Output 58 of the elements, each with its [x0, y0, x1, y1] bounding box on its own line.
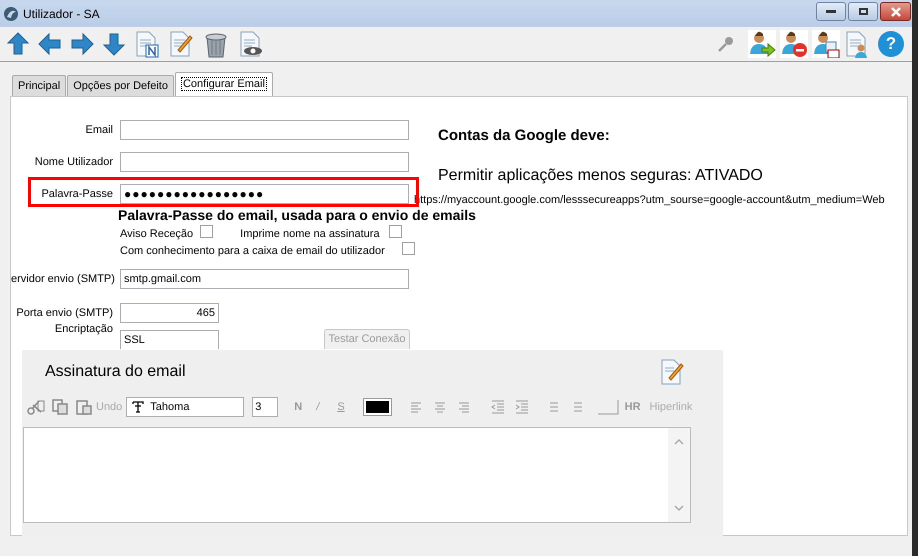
checkbox[interactable] [402, 242, 415, 255]
note-heading: Contas da Google deve: [438, 126, 611, 146]
align-center-icon[interactable] [434, 401, 446, 413]
input-field[interactable] [120, 152, 409, 172]
arrow-right-icon[interactable] [70, 31, 94, 57]
tab[interactable]: Opções por Defeito [67, 75, 174, 96]
font-icon [132, 401, 144, 413]
outdent-icon[interactable] [490, 400, 505, 414]
signature-title: Assinatura do email [45, 362, 186, 382]
checkbox[interactable] [388, 224, 402, 238]
minimize-button[interactable] [816, 2, 846, 21]
close-button[interactable] [880, 2, 911, 21]
signature-editor[interactable] [23, 427, 691, 523]
horizontal-line-icon[interactable] [596, 399, 619, 415]
scrollbar[interactable] [668, 428, 690, 522]
color-picker[interactable] [362, 398, 392, 416]
scroll-down-icon[interactable] [674, 505, 684, 512]
input-field[interactable] [120, 120, 409, 140]
field-label: ervidor envio (SMTP) [11, 272, 113, 287]
field-label: Encriptação [54, 323, 113, 337]
checkbox-label: Imprime nome na assinatura [240, 226, 380, 242]
font-select[interactable]: Tahoma [126, 397, 244, 417]
window-title: Utilizador - SA [23, 6, 100, 22]
preview-document-icon[interactable] [238, 30, 264, 58]
paste-icon[interactable] [75, 399, 93, 415]
input-field[interactable]: smtp.gmail.com [120, 269, 409, 289]
indent-icon[interactable] [514, 400, 529, 414]
field-label: Nome Utilizador [34, 154, 113, 170]
new-document-icon[interactable] [134, 30, 160, 58]
maximize-button[interactable] [848, 2, 878, 21]
field-label: Porta envio (SMTP) [15, 306, 113, 321]
help-button[interactable]: ? [878, 31, 904, 57]
font-size-field[interactable]: 3 [252, 397, 278, 417]
password-field[interactable]: ●●●●●●●●●●●●●●●●● [120, 184, 409, 204]
field-label: Palavra-Passe [40, 186, 113, 202]
checkbox-label: Aviso Receção [120, 226, 194, 242]
input-field[interactable]: 465 [120, 303, 219, 323]
note-text: Permitir aplicações menos seguras: ATIVADO [438, 166, 764, 186]
arrow-down-icon[interactable] [102, 31, 126, 57]
align-left-icon[interactable] [410, 401, 422, 413]
close-icon [890, 6, 902, 16]
field-label: Email [84, 122, 113, 138]
user-calendar-icon[interactable] [812, 30, 840, 58]
tab[interactable]: Configurar Email [174, 72, 273, 96]
input-field[interactable]: SSL [120, 330, 219, 349]
edit-document-icon[interactable] [168, 30, 194, 58]
arrow-left-icon[interactable] [38, 31, 62, 57]
user-remove-icon[interactable] [780, 30, 808, 58]
copy-icon[interactable] [51, 399, 69, 415]
checkbox-label: Com conhecimento para a caixa de email do utilizador [120, 244, 385, 259]
tab[interactable]: Principal [12, 75, 66, 96]
password-hint: Palavra-Passe do email, usada para o envio de emails [118, 207, 476, 223]
app-logo-icon [3, 6, 19, 22]
scroll-up-icon[interactable] [674, 438, 684, 445]
arrow-up-icon[interactable] [6, 31, 30, 57]
checkbox[interactable] [200, 224, 214, 238]
align-right-icon[interactable] [458, 401, 470, 413]
edit-document-icon[interactable] [659, 358, 685, 386]
